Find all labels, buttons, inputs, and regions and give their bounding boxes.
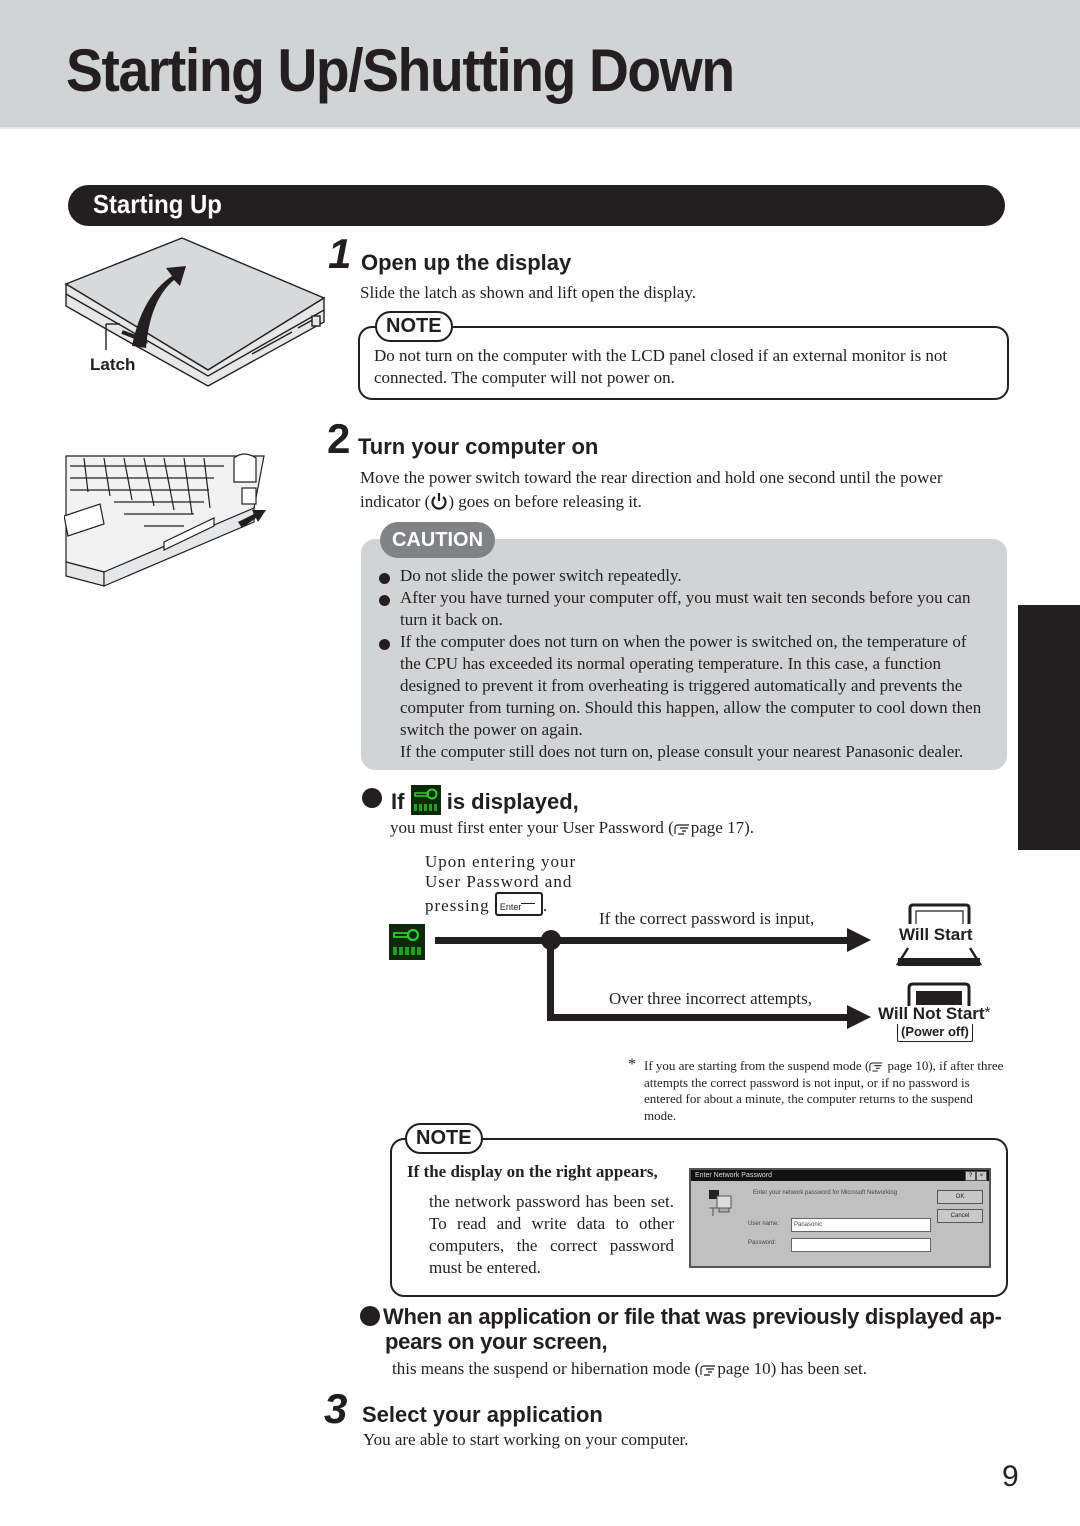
- dialog-titlebar: Enter Network Password ? ×: [691, 1170, 989, 1181]
- will-start-label: Will Start: [898, 925, 974, 945]
- dialog-ok-button[interactable]: OK: [937, 1190, 983, 1204]
- caution-item: Do not slide the power switch repeatedly…: [379, 565, 989, 587]
- enter-key-label: Enter: [499, 902, 522, 912]
- step-1-note-text: Do not turn on the computer with the LCD…: [374, 346, 948, 387]
- flow-line-down: [547, 940, 554, 1020]
- resume-page-ref: page 10) has been set.: [717, 1359, 867, 1378]
- will-not-start-label: Will Not Start*: [878, 1004, 990, 1024]
- caution-list: Do not slide the power switch repeatedly…: [379, 565, 989, 763]
- step-2-text-line2: indicator ( ) goes on before releasing it…: [360, 491, 642, 513]
- step-2-text-before: indicator (: [360, 492, 431, 511]
- step-3-text: You are able to start working on your co…: [363, 1430, 689, 1449]
- flow-intro-pressing: pressing: [425, 896, 490, 915]
- flow-intro-end: .: [542, 896, 549, 915]
- flow-line-incorrect: [547, 1014, 855, 1021]
- caution-item: If the computer does not turn on when th…: [379, 631, 989, 741]
- section-title: Starting Up: [93, 189, 222, 219]
- step-2-number: 2: [327, 415, 351, 462]
- password-text: you must first enter your User Password …: [390, 817, 754, 839]
- caution-item-text: If the computer does not turn on when th…: [400, 632, 982, 739]
- step-3-number: 3: [324, 1385, 348, 1432]
- flow-line-correct: [435, 937, 855, 944]
- asterisk: *: [984, 1004, 991, 1021]
- footnote-page-ref: page 10), if: [887, 1058, 948, 1073]
- power-icon: [431, 493, 447, 510]
- step-2-heading: Turn your computer on: [358, 434, 599, 459]
- network-note-text: the network password has been set. To re…: [429, 1192, 674, 1277]
- footnote-text: If you are starting from the suspend mod…: [644, 1058, 1008, 1124]
- step-3-heading: Select your application: [362, 1402, 603, 1427]
- dialog-close-button[interactable]: ×: [976, 1171, 987, 1181]
- footnote-before: If you are starting from the suspend mod…: [644, 1058, 870, 1073]
- caution-extra: If the computer still does not turn on, …: [400, 742, 964, 761]
- resume-heading: When an application or file that was pre…: [383, 1304, 1002, 1354]
- bullet-icon: [379, 639, 390, 650]
- password-heading: If is displayed,: [391, 785, 579, 815]
- bullet-icon: [379, 595, 390, 606]
- step-2-text-after: ) goes on before releasing it.: [448, 492, 642, 511]
- footnote-mark: *: [628, 1056, 636, 1073]
- dialog-title: Enter Network Password: [695, 1172, 773, 1179]
- network-password-dialog: Enter Network Password ? × Enter your ne…: [689, 1168, 991, 1268]
- password-key-icon: [410, 785, 441, 815]
- caution-item-text: Do not slide the power switch repeatedly…: [400, 566, 682, 585]
- step-2-text-line1: Move the power switch toward the rear di…: [360, 468, 943, 487]
- flow-intro-line: pressing Enter .: [425, 892, 576, 916]
- flow-intro: Upon entering your User Password and pre…: [425, 852, 576, 916]
- pointing-hand-icon: [869, 1062, 883, 1072]
- password-text-before: you must first enter your User Password …: [390, 818, 674, 837]
- will-not-start-text: Will Not Start: [878, 1004, 985, 1023]
- password-heading-after: is displayed,: [446, 789, 579, 814]
- page-title: Starting Up/Shutting Down: [66, 37, 735, 104]
- pointing-hand-icon: [700, 1364, 716, 1376]
- power-off-label: (Power off): [897, 1024, 973, 1042]
- resume-text: this means the suspend or hibernation mo…: [392, 1358, 867, 1380]
- dialog-username-label: User name:: [748, 1221, 780, 1227]
- side-tab: [1018, 605, 1080, 850]
- flow-correct-label: If the correct password is input,: [599, 909, 815, 928]
- resume-heading-line: When an application or file that was pre…: [383, 1304, 1002, 1329]
- network-note-label: NOTE: [405, 1123, 483, 1154]
- pointing-hand-icon: [674, 823, 689, 835]
- enter-key-icon: Enter: [494, 892, 543, 916]
- bullet-icon: [379, 573, 390, 584]
- step-1-heading: Open up the display: [361, 250, 572, 275]
- dialog-help-button[interactable]: ?: [965, 1171, 976, 1181]
- password-page-ref: page 17).: [690, 818, 755, 837]
- resume-text-before: this means the suspend or hibernation mo…: [392, 1359, 701, 1378]
- caution-item-text: After you have turned your computer off,…: [400, 588, 971, 629]
- bullet-icon: [362, 788, 382, 808]
- flow-intro-line: Upon entering your: [425, 852, 577, 871]
- arrow-head-icon: [847, 1005, 871, 1029]
- password-flow-diagram: [389, 924, 871, 1029]
- step-1-text: Slide the latch as shown and lift open t…: [360, 283, 696, 302]
- password-heading-before: If: [391, 789, 405, 814]
- page-number: 9: [1002, 1460, 1019, 1493]
- flow-incorrect-label: Over three incorrect attempts,: [609, 989, 812, 1008]
- network-note-heading: If the display on the right appears,: [407, 1162, 658, 1181]
- flow-intro-line: User Password and: [425, 872, 573, 891]
- step-1-number: 1: [328, 230, 352, 277]
- resume-heading-line: pears on your screen,: [385, 1329, 608, 1354]
- caution-item: After you have turned your computer off,…: [379, 587, 989, 631]
- step-1-note-label: NOTE: [375, 311, 453, 342]
- dialog-username-field[interactable]: Panasonic: [791, 1218, 931, 1232]
- bullet-icon: [360, 1306, 380, 1326]
- dialog-prompt: Enter your network password for Microsof…: [753, 1190, 898, 1196]
- network-computer-icon: [709, 1190, 732, 1216]
- dialog-cancel-button[interactable]: Cancel: [937, 1209, 983, 1223]
- dialog-password-field[interactable]: [791, 1238, 931, 1252]
- arrow-head-icon: [847, 928, 871, 952]
- caution-label: CAUTION: [380, 522, 495, 558]
- latch-label: Latch: [90, 355, 136, 374]
- power-switch-illustration: [64, 453, 266, 587]
- dialog-password-label: Password:: [748, 1240, 777, 1246]
